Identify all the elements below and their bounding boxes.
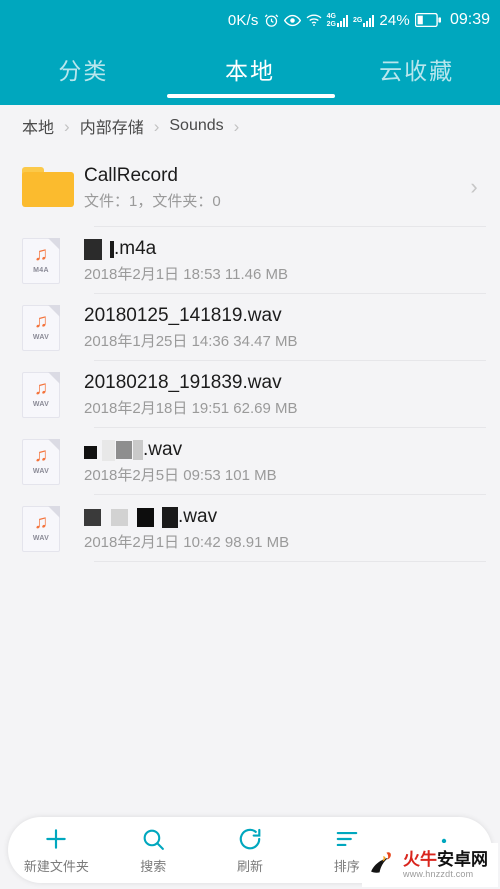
net-label-2g: 2G [326, 20, 336, 28]
file-name: .m4a [84, 237, 480, 261]
audio-file-icon: ♫ WAV [22, 505, 84, 552]
list-item-file[interactable]: ♫ WAV .wav 2018年2月1日 10:42 98.91 MB [0, 495, 500, 562]
redacted-block [84, 446, 97, 459]
clock: 09:39 [449, 11, 490, 28]
audio-file-icon: ♫ WAV [22, 438, 84, 485]
breadcrumb-item-internal-storage[interactable]: 内部存储 [80, 114, 144, 138]
file-name-suffix: .wav [178, 506, 218, 527]
redacted-block [133, 440, 143, 460]
tab-cloud-favorites[interactable]: 云收藏 [333, 40, 500, 98]
file-meta: 2018年1月25日 14:36 34.47 MB [84, 333, 298, 350]
folder-info: CallRecord 文件：1，文件夹：0 [84, 164, 462, 211]
search-label: 搜索 [140, 859, 167, 874]
breadcrumb-item-sounds[interactable]: Sounds [169, 117, 223, 135]
refresh-label: 刷新 [236, 859, 263, 874]
file-ext-label: WAV [32, 333, 50, 341]
file-name-suffix: .wav [143, 439, 183, 460]
search-icon [141, 825, 166, 853]
chevron-right-icon[interactable]: › [462, 174, 486, 200]
folder-name: CallRecord [84, 164, 178, 186]
sort-icon [334, 825, 360, 853]
more-vertical-icon [441, 835, 447, 863]
audio-file-icon: ♫ WAV [22, 371, 84, 418]
net-label-secondary: 2G [352, 16, 363, 24]
file-info: .wav 2018年2月1日 10:42 98.91 MB [84, 505, 486, 552]
file-meta: 2018年2月18日 19:51 62.69 MB [84, 400, 298, 417]
battery-percent: 24% [379, 11, 410, 29]
list-item-file[interactable]: ♫ WAV 20180125_141819.wav 2018年1月25日 14:… [0, 294, 500, 361]
redacted-block [162, 506, 178, 528]
file-list: CallRecord 文件：1，文件夹：0 › ♫ M4A .m4a 2018年… [0, 147, 500, 562]
audio-file-icon: ♫ WAV [22, 304, 84, 351]
plus-icon [43, 825, 69, 853]
file-meta: 2018年2月5日 09:53 101 MB [84, 467, 277, 484]
network-speed: 0K/s [227, 11, 259, 29]
file-info: 20180125_141819.wav 2018年1月25日 14:36 34.… [84, 304, 486, 351]
4g-signal-icon: 4G 2G [327, 13, 348, 28]
breadcrumb: 本地 › 内部存储 › Sounds › [0, 105, 500, 147]
breadcrumb-item-local[interactable]: 本地 [22, 114, 54, 138]
audio-file-icon: ♫ M4A [22, 237, 84, 284]
list-item-file[interactable]: ♫ WAV .wav 2018年2月5日 09:53 101 MB [0, 428, 500, 495]
tab-bar: 分类 本地 云收藏 [0, 40, 500, 105]
status-bar: 0K/s 4G 2G 2G 24% 09:39 [0, 0, 500, 40]
redacted-block [84, 238, 102, 260]
file-ext-label: WAV [32, 467, 50, 475]
music-note-icon: ♫ [33, 377, 49, 399]
file-info: 20180218_191839.wav 2018年2月18日 19:51 62.… [84, 371, 486, 418]
redacted-block [84, 508, 101, 526]
file-info: .m4a 2018年2月1日 18:53 11.46 MB [84, 237, 486, 284]
chevron-right-icon: › [64, 116, 70, 136]
battery-icon [414, 13, 441, 27]
file-name: 20180218_191839.wav [84, 372, 282, 393]
tab-local[interactable]: 本地 [167, 40, 334, 98]
alarm-icon [264, 13, 279, 28]
net-label-4g: 4G [326, 12, 336, 20]
bottom-toolbar: 新建文件夹 搜索 刷新 排序 火牛安卓网 www.hnzzdt.com [0, 817, 500, 889]
redacted-block [116, 441, 132, 459]
active-tab-indicator [167, 94, 335, 98]
redacted-block [111, 508, 128, 526]
redacted-block [102, 439, 115, 461]
tab-categories[interactable]: 分类 [0, 40, 167, 98]
file-name: .wav [84, 505, 480, 529]
new-folder-label: 新建文件夹 [23, 859, 89, 874]
file-name: 20180125_141819.wav [84, 305, 282, 326]
file-ext-label: WAV [32, 534, 50, 542]
file-ext-label: WAV [32, 400, 50, 408]
refresh-icon [237, 825, 263, 853]
file-name: .wav [84, 438, 480, 462]
music-note-icon: ♫ [33, 444, 49, 466]
wifi-icon [306, 14, 322, 27]
list-item-file[interactable]: ♫ M4A .m4a 2018年2月1日 18:53 11.46 MB [0, 227, 500, 294]
search-button[interactable]: 搜索 [105, 817, 202, 883]
list-item-file[interactable]: ♫ WAV 20180218_191839.wav 2018年2月18日 19:… [0, 361, 500, 428]
eye-icon [283, 14, 301, 27]
row-divider [94, 561, 486, 562]
chevron-right-icon: › [153, 116, 160, 136]
more-options-button[interactable] [395, 817, 492, 883]
redacted-block [137, 507, 154, 527]
file-ext-label: M4A [33, 266, 49, 274]
sort-label: 排序 [333, 859, 360, 874]
2g-signal-icon: 2G [352, 14, 375, 27]
list-item-folder[interactable]: CallRecord 文件：1，文件夹：0 › [0, 147, 500, 227]
file-name-suffix: .m4a [114, 238, 157, 259]
folder-icon [22, 167, 84, 207]
chevron-right-icon: › [233, 116, 240, 136]
file-info: .wav 2018年2月5日 09:53 101 MB [84, 438, 486, 485]
sort-button[interactable]: 排序 [298, 817, 395, 883]
refresh-button[interactable]: 刷新 [202, 817, 299, 883]
music-note-icon: ♫ [33, 310, 49, 332]
music-note-icon: ♫ [33, 243, 49, 265]
file-meta: 2018年2月1日 10:42 98.91 MB [84, 534, 290, 551]
new-folder-button[interactable]: 新建文件夹 [8, 817, 105, 883]
file-meta: 2018年2月1日 18:53 11.46 MB [84, 266, 289, 283]
folder-meta: 文件：1，文件夹：0 [84, 192, 221, 210]
music-note-icon: ♫ [33, 511, 49, 533]
